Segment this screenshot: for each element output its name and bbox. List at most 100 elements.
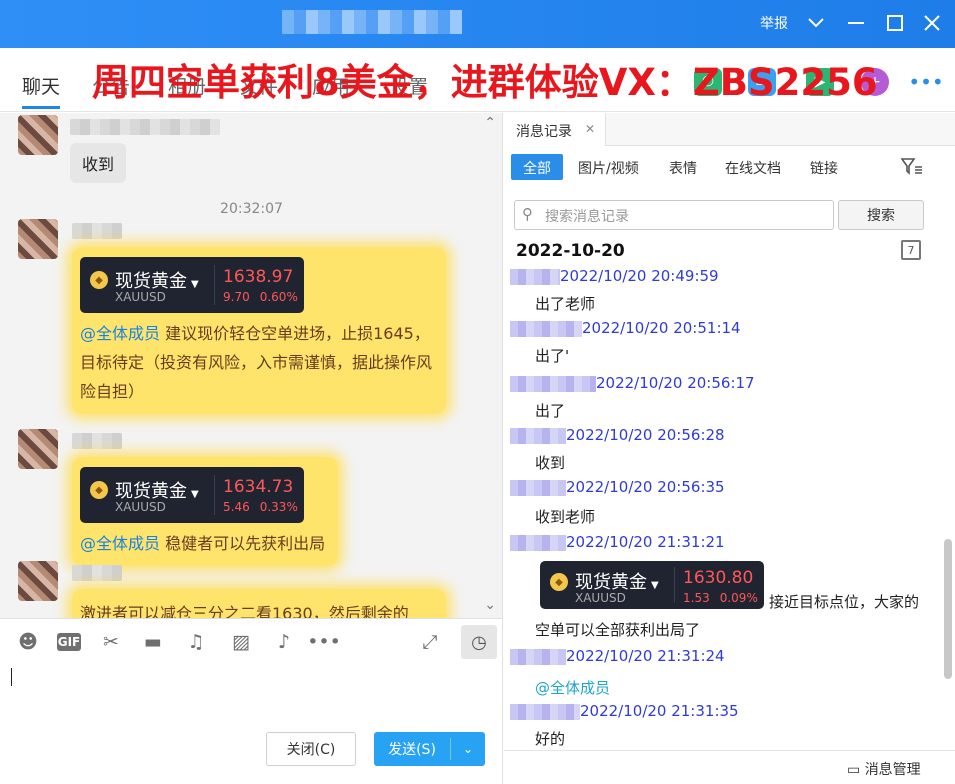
composer-toolbar: ☻ GIF ✂ ▬ ♫ ▨ ♪ ••• ⤢ ◷	[0, 618, 503, 664]
mention-all[interactable]: @全体成员	[80, 324, 160, 343]
minimize-icon[interactable]	[843, 10, 869, 36]
filter-online-docs[interactable]: 在线文档	[725, 154, 781, 180]
close-icon[interactable]: ✕	[585, 122, 595, 136]
title-bar: 举报	[0, 0, 955, 48]
message-bubble: 收到	[70, 143, 127, 183]
sender-name-blurred	[70, 119, 220, 135]
avatar[interactable]	[18, 219, 58, 259]
divider	[214, 265, 215, 305]
scissors-icon[interactable]: ✂	[99, 630, 123, 654]
history-filters: 全部 图片/视频 表情 在线文档 链接	[504, 154, 955, 182]
maximize-icon[interactable]	[882, 10, 908, 36]
history-date: 2022-10-20	[516, 241, 625, 261]
message-history-panel: 消息记录 ✕ 全部 图片/视频 表情 在线文档 链接 ⚲ 搜索消息记录 搜索 2…	[504, 113, 955, 784]
message-manager-button[interactable]: ▭ 消息管理	[847, 759, 921, 779]
bell-off-icon[interactable]: ♪	[272, 630, 296, 654]
record-text: 出了老师	[535, 295, 596, 313]
record-meta: 2022/10/20 20:51:14	[510, 319, 741, 341]
collapse-icon[interactable]: ⌃	[484, 115, 496, 131]
send-button[interactable]: 发送(S) ⌄	[374, 732, 485, 766]
search-button[interactable]: 搜索	[838, 200, 924, 230]
gold-coin-icon: ◆	[550, 573, 568, 591]
report-button[interactable]: 举报	[760, 13, 788, 33]
filter-all[interactable]: 全部	[511, 154, 563, 180]
history-footer: ▭ 消息管理	[504, 750, 955, 784]
message-text: 激进者可以减仓三分之二看1630，然后剩余的	[80, 604, 409, 618]
record-text: 空单可以全部获利出局了	[535, 621, 701, 639]
quote-symbol: XAUUSD	[115, 290, 166, 304]
record-meta: 2022/10/20 20:56:28	[510, 426, 725, 448]
history-tab-bar: 消息记录 ✕	[504, 113, 955, 146]
divider	[214, 475, 215, 515]
filter-media[interactable]: 图片/视频	[578, 154, 639, 180]
record-meta: 2022/10/20 21:31:35	[510, 702, 739, 724]
tab-message-history[interactable]: 消息记录 ✕	[504, 113, 606, 146]
chevron-down-icon[interactable]	[803, 10, 829, 36]
filter-links[interactable]: 链接	[810, 154, 838, 180]
message-manager-icon: ▭	[847, 762, 861, 778]
window-title-blurred	[282, 10, 462, 34]
filter-stickers[interactable]: 表情	[669, 154, 697, 180]
mention-all[interactable]: @全体成员	[535, 677, 610, 698]
quote-card[interactable]: ◆ 现货黄金 ▼ XAUUSD 1638.97 9.70 0.60%	[80, 257, 304, 313]
quote-card[interactable]: ◆ 现货黄金 ▼ XAUUSD 1630.80 1.53 0.09%	[540, 561, 764, 609]
filter-settings-icon[interactable]	[900, 158, 923, 180]
mention-all[interactable]: @全体成员	[80, 534, 160, 553]
record-text: 收到老师	[535, 508, 596, 526]
gold-coin-icon: ◆	[90, 271, 108, 289]
divider	[674, 567, 675, 603]
close-icon[interactable]	[919, 10, 945, 36]
message-input[interactable]: 关闭(C) 发送(S) ⌄	[0, 664, 503, 784]
emoji-icon[interactable]: ☻	[16, 630, 40, 654]
record-text: 出了	[535, 402, 566, 420]
music-icon[interactable]: ♫	[184, 630, 208, 654]
app-window: 举报 聊天 公告 相册 文件 应用 设置 ✆ ▭ ▶ + ••• 周四空单获利8…	[0, 0, 955, 784]
quote-symbol: XAUUSD	[575, 591, 626, 605]
quote-price: 1630.80	[683, 568, 754, 588]
sender-name-blurred	[72, 565, 122, 581]
quote-card[interactable]: ◆ 现货黄金 ▼ XAUUSD 1634.73 5.46 0.33%	[80, 467, 304, 523]
message-bubble-highlighted: ◆ 现货黄金 ▼ XAUUSD 1634.73 5.46 0.33% @全体成员 稳…	[72, 457, 338, 566]
avatar[interactable]	[18, 561, 58, 601]
record-text: 好的	[535, 730, 566, 748]
search-icon: ⚲	[522, 205, 533, 223]
gif-icon[interactable]: GIF	[57, 633, 81, 651]
record-meta: 2022/10/20 20:49:59	[510, 267, 719, 289]
quote-price: 1634.73	[223, 477, 294, 497]
image-icon[interactable]: ▨	[229, 630, 253, 654]
history-search-input[interactable]: ⚲ 搜索消息记录	[514, 200, 834, 230]
quote-change: 9.70 0.60%	[223, 290, 298, 304]
expand-icon[interactable]: ⤢	[418, 630, 442, 654]
message-text: @全体成员 稳健者可以先获利出局	[80, 534, 326, 553]
sender-name-blurred	[72, 223, 122, 239]
chat-message-area[interactable]: ⌃ 收到 20:32:07 ◆ 现货黄金 ▼ XAUUSD 1638.97 9.7…	[0, 113, 503, 618]
calendar-icon[interactable]: 7	[901, 240, 921, 260]
quote-symbol: XAUUSD	[115, 500, 166, 514]
close-button[interactable]: 关闭(C)	[266, 732, 356, 766]
record-meta: 2022/10/20 21:31:21	[510, 533, 725, 555]
history-scrollbar[interactable]	[944, 539, 952, 679]
tab-chat[interactable]: 聊天	[22, 72, 61, 109]
folder-icon[interactable]: ▬	[141, 630, 165, 654]
expand-icon[interactable]: ⌄	[484, 597, 496, 613]
quote-price: 1638.97	[223, 267, 294, 287]
more-icon[interactable]: •••	[307, 630, 341, 654]
quote-change: 1.53 0.09%	[683, 591, 758, 605]
promo-overlay-text: 周四空单获利8美金，进群体验VX：ZBS2256	[92, 61, 878, 104]
record-text: 收到	[535, 454, 566, 472]
text-cursor	[11, 668, 12, 686]
chevron-down-icon[interactable]: ⌄	[451, 742, 485, 756]
avatar[interactable]	[18, 429, 58, 469]
message-text: @全体成员 建议现价轻仓空单进场，止损1645，目标待定（投资有风险，入市需谨慎…	[80, 324, 433, 401]
record-text: 接近目标点位，大家的	[769, 593, 920, 611]
avatar[interactable]	[18, 115, 58, 155]
message-bubble-highlighted: 激进者可以减仓三分之二看1630，然后剩余的	[72, 589, 446, 618]
send-label[interactable]: 发送(S)	[374, 739, 450, 759]
gold-coin-icon: ◆	[90, 481, 108, 499]
message-timestamp: 20:32:07	[220, 201, 283, 217]
record-meta: 2022/10/20 20:56:35	[510, 478, 725, 500]
more-icon[interactable]: •••	[908, 68, 943, 96]
clock-icon[interactable]: ◷	[461, 625, 497, 659]
record-meta: 2022/10/20 20:56:17	[510, 374, 755, 396]
record-meta: 2022/10/20 21:31:24	[510, 647, 725, 669]
